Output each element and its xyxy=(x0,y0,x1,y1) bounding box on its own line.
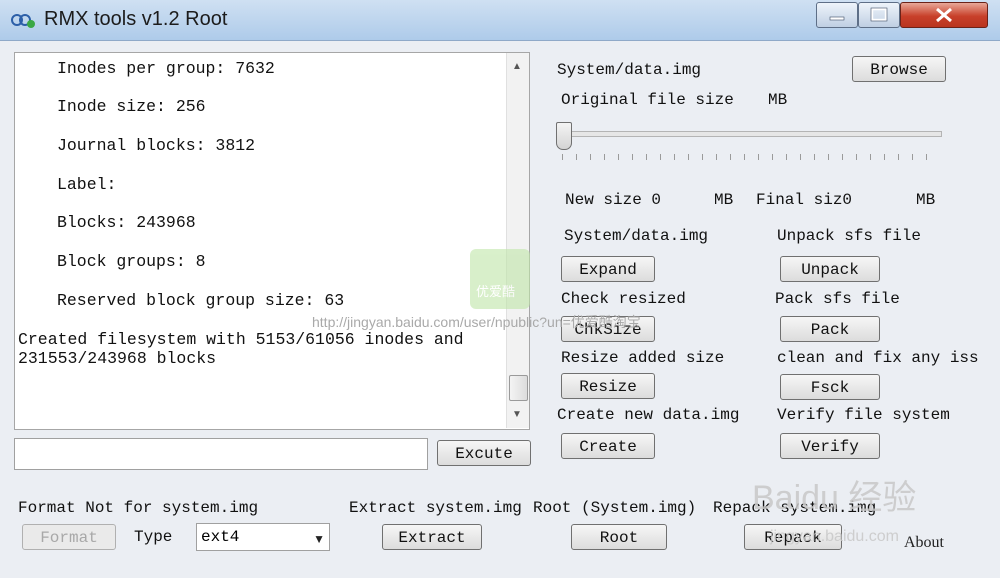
type-label: Type xyxy=(134,528,173,546)
new-size-unit: MB xyxy=(714,191,734,209)
baidu-watermark-sub: jingyan.baidu.com xyxy=(770,528,899,545)
create-label: Create new data.img xyxy=(557,406,740,424)
watermark-url: http://jingyan.baidu.com/user/npublic?un… xyxy=(312,314,641,330)
format-label: Format Not for system.img xyxy=(18,499,259,517)
log-line: Block groups: 8 xyxy=(57,252,206,271)
app-window: RMX tools v1.2 Root Inodes per group: 76… xyxy=(0,0,1000,578)
original-size-label: Original file size xyxy=(561,91,734,109)
log-line: Inode size: 256 xyxy=(57,97,206,116)
execute-button[interactable]: Excute xyxy=(437,440,531,466)
watermark-logo: 优爱酷 xyxy=(470,249,530,309)
baidu-watermark-text: Baidu 经验 xyxy=(752,479,917,517)
size-slider-thumb[interactable] xyxy=(556,122,572,150)
minimize-button[interactable] xyxy=(816,2,858,28)
create-button[interactable]: Create xyxy=(561,433,655,459)
slider-ticks xyxy=(562,154,936,160)
final-size-unit: MB xyxy=(916,191,936,209)
app-icon xyxy=(11,14,35,28)
minimize-icon xyxy=(829,16,845,21)
scroll-thumb[interactable] xyxy=(509,375,528,401)
watermark-logo-text: 优爱酷 xyxy=(476,284,516,299)
log-line: Inodes per group: 7632 xyxy=(57,59,275,78)
expand-label: System/data.img xyxy=(564,227,709,245)
resize-label: Resize added size xyxy=(561,349,725,367)
close-button[interactable] xyxy=(900,2,988,28)
root-label: Root (System.img) xyxy=(533,499,697,517)
chksize-label: Check resized xyxy=(561,290,686,308)
image-file-label: System/data.img xyxy=(557,61,702,79)
format-button[interactable]: Format xyxy=(22,524,116,550)
size-slider-track[interactable] xyxy=(558,131,942,137)
extract-button[interactable]: Extract xyxy=(382,524,482,550)
close-icon xyxy=(936,7,952,23)
unpack-label: Unpack sfs file xyxy=(777,227,922,245)
browse-button[interactable]: Browse xyxy=(852,56,946,82)
final-size-label: Final siz0 xyxy=(756,191,853,209)
scroll-down-icon[interactable]: ▼ xyxy=(512,409,522,420)
chevron-down-icon: ▼ xyxy=(313,532,325,546)
baidu-watermark: Baidu 经验 jingyan.baidu.com xyxy=(752,470,992,552)
log-line: Reserved block group size: 63 xyxy=(57,291,345,310)
original-size-unit: MB xyxy=(768,91,788,109)
extract-label: Extract system.img xyxy=(349,499,522,517)
expand-button[interactable]: Expand xyxy=(561,256,655,282)
fsck-label: clean and fix any iss xyxy=(777,349,979,367)
command-input[interactable] xyxy=(14,438,428,470)
output-log[interactable]: Inodes per group: 7632 Inode size: 256 J… xyxy=(14,52,530,430)
new-size-label: New size 0 xyxy=(565,191,662,209)
type-select-value: ext4 xyxy=(201,528,240,546)
fsck-button[interactable]: Fsck xyxy=(780,374,880,400)
log-line: Label: xyxy=(57,175,117,194)
pack-button[interactable]: Pack xyxy=(780,316,880,342)
log-line: Created filesystem with 5153/61056 inode… xyxy=(18,330,464,349)
root-button[interactable]: Root xyxy=(571,524,667,550)
log-line: Journal blocks: 3812 xyxy=(57,136,256,155)
pack-label: Pack sfs file xyxy=(775,290,900,308)
resize-button[interactable]: Resize xyxy=(561,373,655,399)
type-select[interactable]: ext4 ▼ xyxy=(196,523,330,551)
log-line: Blocks: 243968 xyxy=(57,213,196,232)
unpack-button[interactable]: Unpack xyxy=(780,256,880,282)
log-line: 231553/243968 blocks xyxy=(18,349,217,368)
scroll-up-icon[interactable]: ▲ xyxy=(512,61,522,72)
title-bar[interactable]: RMX tools v1.2 Root xyxy=(0,0,1000,41)
window-title: RMX tools v1.2 Root xyxy=(44,8,228,30)
maximize-button[interactable] xyxy=(858,2,900,28)
verify-label: Verify file system xyxy=(777,406,950,424)
output-scrollbar[interactable]: ▲ ▼ xyxy=(506,53,529,428)
verify-button[interactable]: Verify xyxy=(780,433,880,459)
maximize-icon xyxy=(870,7,888,22)
